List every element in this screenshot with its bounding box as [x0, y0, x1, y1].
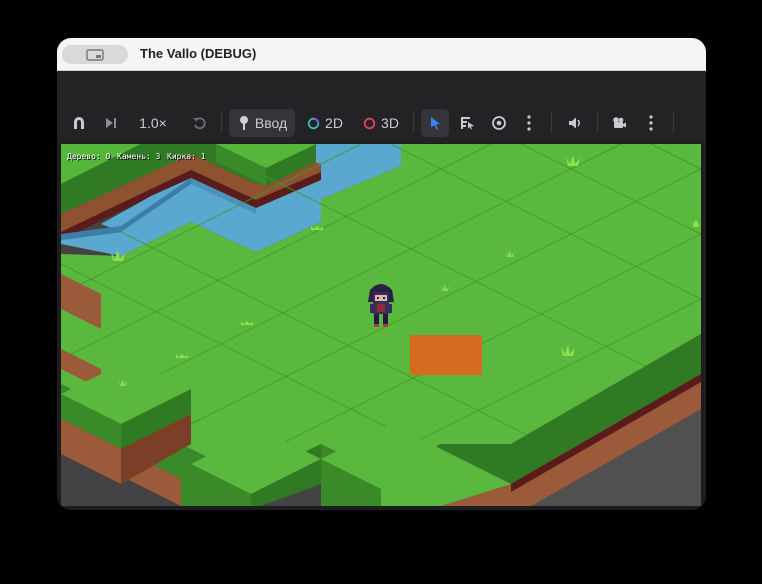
joystick-icon	[239, 116, 248, 130]
more-options-button[interactable]	[519, 111, 539, 135]
movie-camera-icon	[613, 117, 626, 128]
speed-selector[interactable]: 1.0×	[133, 111, 173, 135]
resource-hud: Дерево: 0 Камень: 3 Кирка: 1	[61, 152, 361, 166]
toolbar-separator	[673, 111, 674, 133]
window-icon	[86, 48, 104, 61]
pickaxe-counter: Кирка: 1	[167, 152, 206, 161]
audio-button[interactable]	[563, 111, 587, 135]
toolbar-separator	[597, 111, 598, 133]
toolbar-separator	[221, 111, 222, 133]
camera-button[interactable]	[607, 111, 631, 135]
mode-2d-label: 2D	[325, 115, 343, 131]
toolbar-separator	[551, 111, 552, 133]
list-cursor-icon	[461, 117, 474, 130]
mode-3d-button[interactable]: 3D	[359, 111, 403, 135]
speaker-icon	[569, 117, 580, 129]
input-mode-button[interactable]: Ввод	[229, 109, 295, 137]
eye-icon	[492, 116, 506, 130]
debug-toolbar: 1.0× Ввод 2D 3D	[57, 71, 706, 163]
kebab-menu-icon	[649, 115, 653, 131]
list-select-button[interactable]	[455, 111, 479, 135]
select-tool-button[interactable]	[421, 109, 449, 137]
visibility-button[interactable]	[487, 111, 511, 135]
game-window: The Vallo (DEBUG) 1.0× Ввод 2D 3D Дерево…	[57, 38, 706, 510]
step-frame-button[interactable]	[99, 111, 123, 135]
camera-options-button[interactable]	[641, 111, 661, 135]
input-mode-label: Ввод	[254, 115, 288, 131]
mode-3d-label: 3D	[381, 115, 399, 131]
window-control-pill[interactable]	[62, 45, 128, 64]
toolbar-separator	[413, 111, 414, 133]
highlighted-tile[interactable]	[410, 335, 482, 375]
wood-counter: Дерево: 0	[67, 152, 111, 161]
title-bar: The Vallo (DEBUG)	[57, 38, 706, 71]
game-viewport[interactable]: Дерево: 0 Камень: 3 Кирка: 1	[61, 144, 701, 506]
magnet-icon	[74, 117, 84, 129]
3d-ring-icon	[363, 117, 376, 129]
window-title: The Vallo (DEBUG)	[140, 46, 257, 61]
reset-speed-button[interactable]	[187, 111, 211, 135]
isometric-map[interactable]	[61, 144, 701, 506]
undo-icon	[193, 117, 206, 130]
2d-ring-icon	[307, 117, 320, 129]
step-forward-icon	[106, 118, 116, 128]
remote-debug-button[interactable]	[67, 111, 91, 135]
stone-counter: Камень: 3	[117, 152, 161, 161]
mode-2d-button[interactable]: 2D	[303, 111, 347, 135]
cursor-arrow-icon	[431, 117, 440, 130]
kebab-menu-icon	[527, 115, 531, 131]
